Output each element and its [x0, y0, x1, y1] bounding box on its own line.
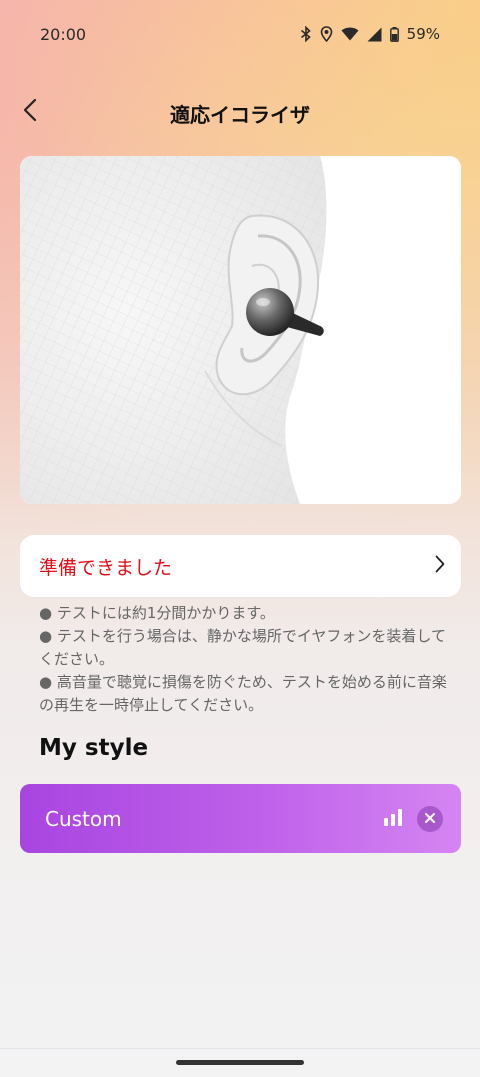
chevron-right-icon: [435, 555, 445, 577]
note-item: ● テストには約1分間かかります。: [39, 604, 275, 622]
test-notes: ● テストには約1分間かかります。 ● テストを行う場合は、静かな場所でイヤフォ…: [39, 602, 449, 717]
chevron-left-icon: [23, 98, 37, 126]
bluetooth-icon: [300, 26, 312, 42]
close-icon: [424, 809, 436, 828]
equalizer-bars-icon: [383, 807, 403, 831]
page-title: 適応イコライザ: [170, 102, 310, 127]
signal-icon: [367, 27, 382, 42]
back-button[interactable]: [10, 92, 50, 132]
remove-preset-button[interactable]: [417, 805, 443, 832]
divider: [0, 1048, 480, 1049]
app-bar: 適応イコライザ: [0, 84, 480, 142]
location-icon: [320, 26, 333, 42]
preset-actions: [383, 805, 443, 832]
status-time: 20:00: [40, 24, 87, 44]
note-item: ● 高音量で聴覚に損傷を防ぐため、テストを始める前に音楽の再生を一時停止してくだ…: [39, 673, 447, 714]
status-icons: 59%: [300, 25, 440, 43]
wifi-icon: [341, 27, 359, 41]
hero-image: [20, 156, 461, 504]
section-title-my-style: My style: [39, 735, 149, 761]
preset-card-custom[interactable]: Custom: [20, 784, 461, 853]
ready-row[interactable]: 準備できました: [20, 535, 461, 597]
preset-label: Custom: [45, 806, 122, 831]
battery-icon: [389, 26, 399, 42]
ready-label: 準備できました: [39, 556, 173, 579]
note-item: ● テストを行う場合は、静かな場所でイヤフォンを装着してください。: [39, 627, 446, 668]
home-indicator[interactable]: [176, 1060, 304, 1065]
status-bar: 20:00 59%: [0, 0, 480, 68]
ear-illustration: [20, 156, 461, 504]
battery-percent: 59%: [406, 25, 440, 43]
